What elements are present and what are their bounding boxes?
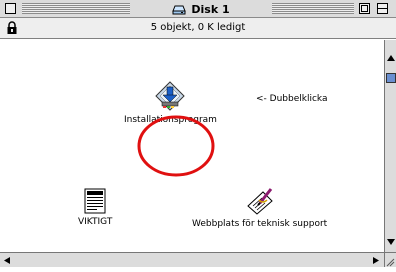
- disk-icon: [172, 5, 187, 15]
- window-title: Disk 1: [191, 2, 230, 16]
- highlight-circle: [137, 115, 215, 177]
- viktigt-item[interactable]: VIKTIGT: [78, 188, 112, 227]
- close-box[interactable]: [5, 3, 16, 14]
- document-icon: [84, 188, 106, 214]
- title-bar-stripes-left: [22, 3, 130, 14]
- resize-grip-icon: [386, 258, 395, 267]
- support-item[interactable]: Webbplats för teknisk support: [192, 186, 327, 229]
- resize-grip[interactable]: [384, 252, 396, 267]
- vertical-scrollbar[interactable]: [384, 40, 396, 252]
- title-bar-stripes-right: [272, 3, 354, 14]
- window-content: Installationsprogram <- Dubbelklicka VIK…: [0, 40, 384, 252]
- installer-icon: [155, 81, 186, 111]
- status-text: 5 objekt, 0 K ledigt: [150, 22, 246, 33]
- title-bar[interactable]: Disk 1: [0, 0, 396, 18]
- vertical-scroll-thumb[interactable]: [386, 73, 396, 83]
- finder-window: Disk 1 5 objekt, 0 K ledigt Installation…: [0, 0, 396, 267]
- collapse-box[interactable]: [377, 3, 388, 14]
- scroll-down-arrow-icon[interactable]: [386, 238, 396, 246]
- scroll-up-arrow-icon[interactable]: [386, 54, 396, 62]
- support-label: Webbplats för teknisk support: [192, 219, 328, 229]
- viktigt-label: VIKTIGT: [78, 217, 113, 227]
- horizontal-scrollbar[interactable]: [0, 252, 384, 267]
- scroll-right-arrow-icon[interactable]: [372, 256, 380, 265]
- scroll-left-arrow-icon[interactable]: [3, 256, 11, 265]
- double-click-hint: <- Dubbelklicka: [256, 94, 328, 104]
- window-title-group: Disk 1: [134, 1, 268, 17]
- zoom-box[interactable]: [359, 3, 370, 14]
- web-location-icon: [246, 188, 273, 215]
- window-header: 5 objekt, 0 K ledigt: [0, 18, 396, 39]
